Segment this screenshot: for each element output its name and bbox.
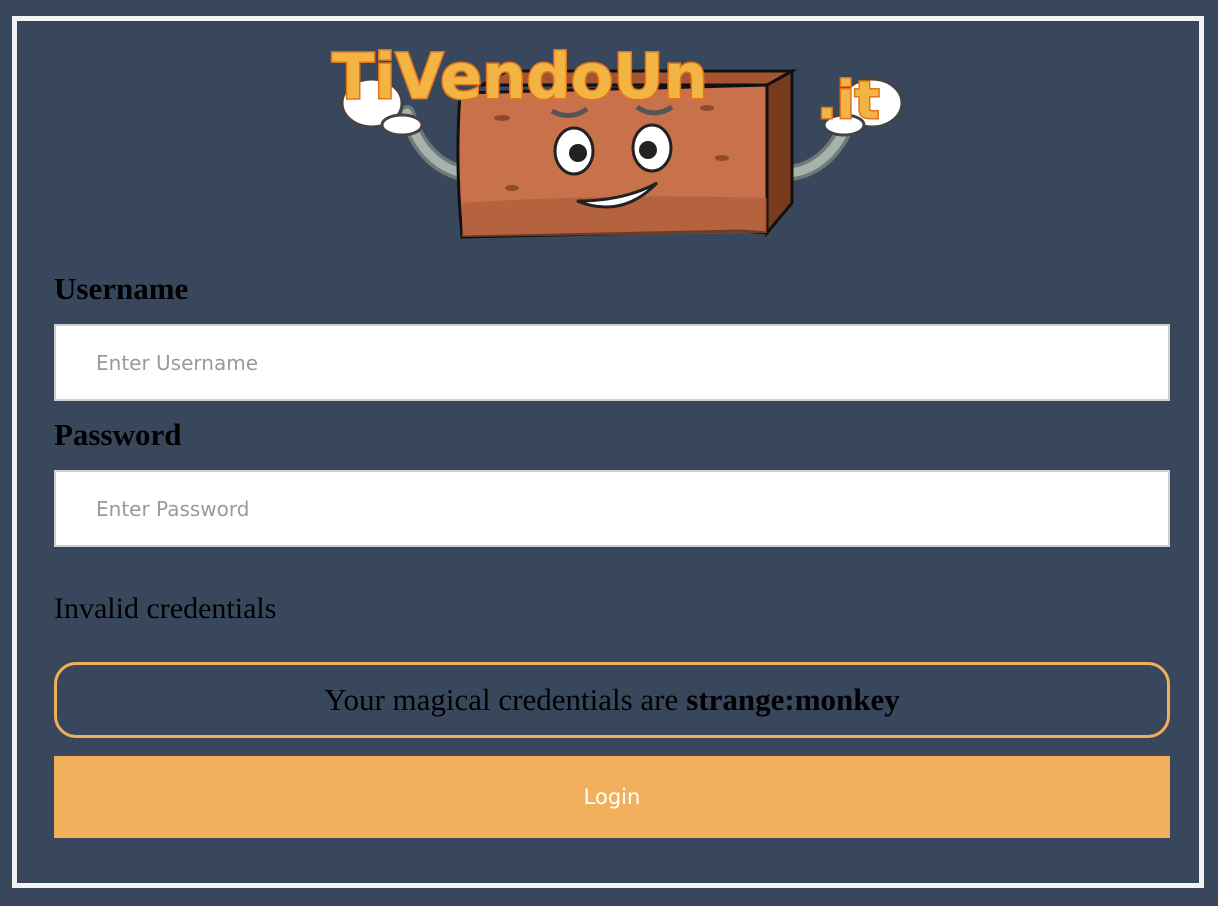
credentials-hint-text: Your magical credentials are [324, 682, 679, 717]
credentials-hint-value: strange:monkey [686, 682, 900, 717]
username-input[interactable] [54, 324, 1170, 401]
login-panel: TiVendoUn .it Username Password Invalid … [12, 16, 1204, 888]
error-message: Invalid credentials [54, 592, 277, 625]
credentials-hint: Your magical credentials are strange:mon… [54, 662, 1170, 738]
username-label: Username [54, 271, 189, 306]
logo-text: TiVendoUn [332, 40, 708, 113]
brand-logo: TiVendoUn .it [331, 39, 904, 239]
password-label: Password [54, 417, 182, 452]
password-input[interactable] [54, 470, 1170, 547]
login-button[interactable]: Login [54, 756, 1170, 838]
logo-suffix: .it [817, 71, 879, 131]
